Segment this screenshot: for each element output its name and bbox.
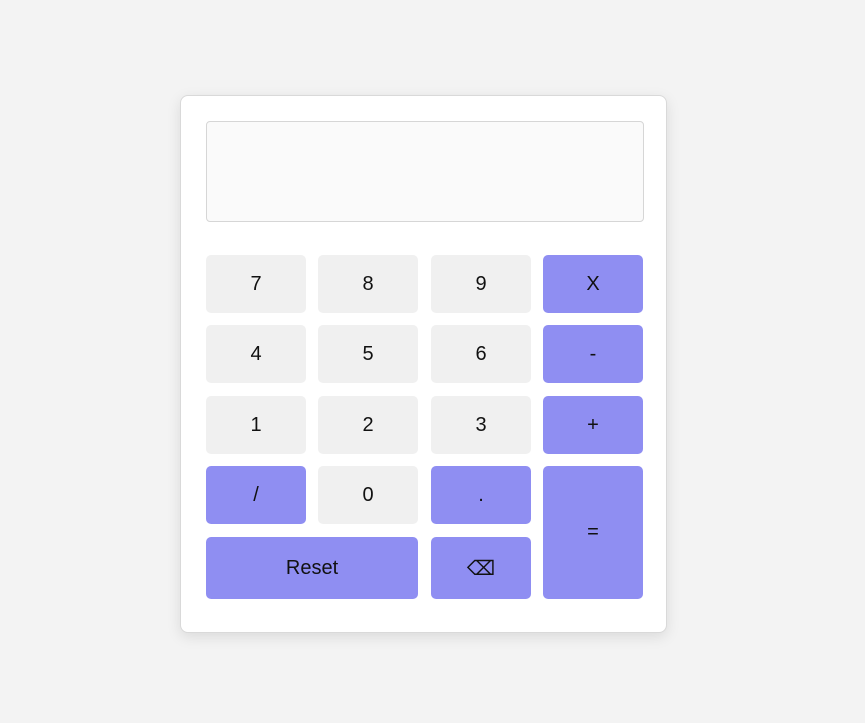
key-6[interactable]: 6 (431, 325, 531, 383)
key-3[interactable]: 3 (431, 396, 531, 454)
calculator-display (206, 121, 644, 222)
key-4[interactable]: 4 (206, 325, 306, 383)
key-2[interactable]: 2 (318, 396, 418, 454)
equals-button[interactable]: = (543, 466, 643, 599)
key-5[interactable]: 5 (318, 325, 418, 383)
backspace-icon: ⌫ (466, 557, 496, 580)
reset-button[interactable]: Reset (206, 537, 418, 599)
subtract-button[interactable]: - (543, 325, 643, 383)
multiply-button[interactable]: X (543, 255, 643, 313)
key-9[interactable]: 9 (431, 255, 531, 313)
decimal-button[interactable]: . (431, 466, 531, 524)
key-1[interactable]: 1 (206, 396, 306, 454)
backspace-button[interactable]: ⌫ (431, 537, 531, 599)
divide-button[interactable]: / (206, 466, 306, 524)
add-button[interactable]: + (543, 396, 643, 454)
calculator-panel: 7 8 9 X 4 5 6 - 1 2 3 + / 0 . = Reset ⌫ (180, 95, 667, 633)
key-0[interactable]: 0 (318, 466, 418, 524)
key-8[interactable]: 8 (318, 255, 418, 313)
key-7[interactable]: 7 (206, 255, 306, 313)
